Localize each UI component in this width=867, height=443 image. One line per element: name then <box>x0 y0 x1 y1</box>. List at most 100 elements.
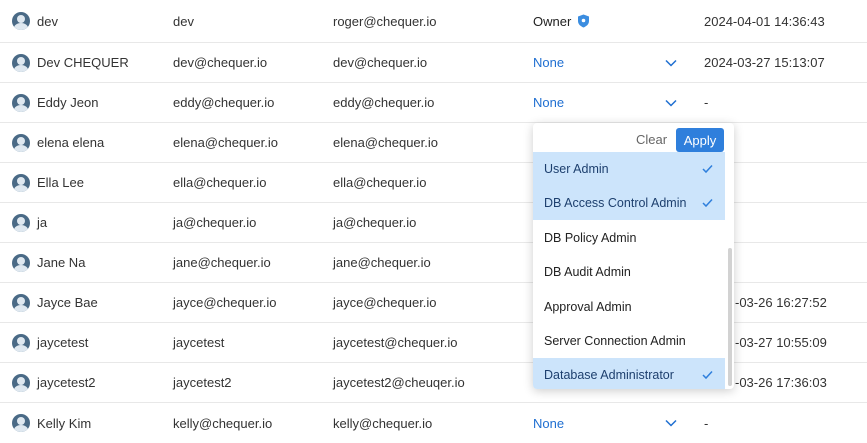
username-cell: ella@chequer.io <box>173 175 267 190</box>
user-name-cell: Kelly Kim <box>12 403 91 443</box>
checkmark-icon <box>702 371 713 380</box>
avatar <box>12 414 30 432</box>
username-cell: dev <box>173 13 194 29</box>
last-access-cell: -03-26 16:27:52 <box>735 295 827 310</box>
role-select-value[interactable]: None <box>533 416 564 431</box>
email-cell: ja@chequer.io <box>333 215 417 230</box>
user-name-cell: Jane Na <box>12 243 85 282</box>
role-option[interactable]: User Admin <box>533 152 725 186</box>
role-option-label: DB Policy Admin <box>544 230 637 245</box>
avatar <box>12 133 30 152</box>
email-cell: eddy@chequer.io <box>333 95 435 110</box>
user-name-cell: Jayce Bae <box>12 283 98 322</box>
role-option-label: DB Audit Admin <box>544 265 631 280</box>
user-name: Kelly Kim <box>37 415 92 431</box>
user-name: Dev CHEQUER <box>37 55 129 70</box>
username-cell: eddy@chequer.io <box>173 95 275 110</box>
user-name-cell: dev <box>12 0 58 42</box>
role-option-label: User Admin <box>544 162 609 176</box>
username-cell: elena@chequer.io <box>173 135 278 150</box>
role-option[interactable]: Database Administrator <box>533 358 725 389</box>
role-select[interactable]: None <box>533 83 683 122</box>
table-row: Jane Na jane@chequer.io jane@chequer.io <box>0 243 867 283</box>
members-table: dev dev roger@chequer.io Owner 2024-04-01 14… <box>0 0 867 443</box>
user-name: Jayce Bae <box>37 295 98 310</box>
user-name-cell: elena elena <box>12 123 104 162</box>
last-access-cell: 2024-03-27 15:13:07 <box>704 55 825 70</box>
username-cell: jaycetest <box>173 335 225 350</box>
role-label: Owner <box>533 13 572 29</box>
email-cell: jaycetest@chequer.io <box>333 335 458 350</box>
email-cell: jaycetest2@cheuqer.io <box>333 375 465 390</box>
table-row: Dev CHEQUER dev@chequer.io dev@chequer.io N… <box>0 43 867 83</box>
last-access-cell: - <box>704 95 709 110</box>
username-cell: jane@chequer.io <box>173 255 271 270</box>
user-name-cell: jaycetest <box>12 323 88 362</box>
table-row: dev dev roger@chequer.io Owner 2024-04-01 14… <box>0 0 867 43</box>
username-cell: jayce@chequer.io <box>173 295 277 310</box>
role-option[interactable]: Server Connection Admin <box>533 324 725 358</box>
username-cell: kelly@chequer.io <box>173 415 273 431</box>
role-option-label: Database Administrator <box>544 368 674 383</box>
clear-button[interactable]: Clear <box>636 132 667 147</box>
role-select-value[interactable]: None <box>533 95 564 110</box>
table-row: jaycetest jaycetest jaycetest@chequer.io -0… <box>0 323 867 363</box>
table-row: jaycetest2 jaycetest2 jaycetest2@cheuqer.i… <box>0 363 867 403</box>
user-name: elena elena <box>37 135 105 150</box>
username-cell: ja@chequer.io <box>173 215 257 230</box>
user-name-cell: jaycetest2 <box>12 363 96 402</box>
chevron-down-icon[interactable] <box>665 59 677 67</box>
role-option[interactable]: Approval Admin <box>533 290 725 324</box>
table-row: Ella Lee ella@chequer.io ella@chequer.io <box>0 163 867 203</box>
role-option-label: DB Access Control Admin <box>544 196 687 211</box>
user-name: Jane Na <box>37 255 86 270</box>
avatar <box>12 173 30 192</box>
avatar <box>12 333 30 352</box>
email-cell: dev@chequer.io <box>333 55 428 70</box>
avatar <box>12 93 30 112</box>
role-select[interactable]: None <box>533 43 683 82</box>
table-row: Eddy Jeon eddy@chequer.io eddy@chequer.io N… <box>0 83 867 123</box>
avatar <box>12 53 30 72</box>
table-row: elena elena elena@chequer.io elena@chequer… <box>0 123 867 163</box>
checkmark-icon <box>702 199 713 208</box>
user-name-cell: ja <box>12 203 47 242</box>
role-option[interactable]: DB Policy Admin <box>533 221 725 255</box>
last-access-cell: -03-26 17:36:03 <box>735 375 827 390</box>
user-name: dev <box>37 13 58 29</box>
email-cell: jayce@chequer.io <box>333 295 437 310</box>
chevron-down-icon[interactable] <box>665 99 677 107</box>
role-select-value[interactable]: None <box>533 55 564 70</box>
shield-icon <box>578 14 590 28</box>
role-option[interactable]: DB Audit Admin <box>533 255 725 289</box>
user-name: jaycetest2 <box>37 375 96 390</box>
chevron-down-icon[interactable] <box>665 419 677 427</box>
apply-button[interactable]: Apply <box>676 128 724 152</box>
table-row: Jayce Bae jayce@chequer.io jayce@chequer.i… <box>0 283 867 323</box>
dropdown-scrollbar[interactable] <box>728 248 732 386</box>
role-cell: Owner <box>533 0 683 42</box>
last-access-cell: 2024-04-01 14:36:43 <box>704 13 825 29</box>
user-name: Eddy Jeon <box>37 95 99 110</box>
email-cell: roger@chequer.io <box>333 13 437 29</box>
username-cell: jaycetest2 <box>173 375 232 390</box>
email-cell: jane@chequer.io <box>333 255 431 270</box>
user-name: Ella Lee <box>37 175 84 190</box>
table-row: Kelly Kim kelly@chequer.io kelly@chequer.i… <box>0 403 867 443</box>
email-cell: kelly@chequer.io <box>333 415 433 431</box>
last-access-cell: -03-27 10:55:09 <box>735 335 827 350</box>
email-cell: ella@chequer.io <box>333 175 427 190</box>
avatar <box>12 253 30 272</box>
username-cell: dev@chequer.io <box>173 55 268 70</box>
avatar <box>12 293 30 312</box>
user-name: ja <box>37 215 48 230</box>
avatar <box>12 373 30 392</box>
avatar <box>12 12 30 30</box>
role-select[interactable]: None <box>533 403 683 443</box>
user-name: jaycetest <box>37 335 89 350</box>
user-name-cell: Dev CHEQUER <box>12 43 129 82</box>
role-option[interactable]: DB Access Control Admin <box>533 186 725 221</box>
user-name-cell: Ella Lee <box>12 163 84 202</box>
email-cell: elena@chequer.io <box>333 135 438 150</box>
table-row: ja ja@chequer.io ja@chequer.io <box>0 203 867 243</box>
